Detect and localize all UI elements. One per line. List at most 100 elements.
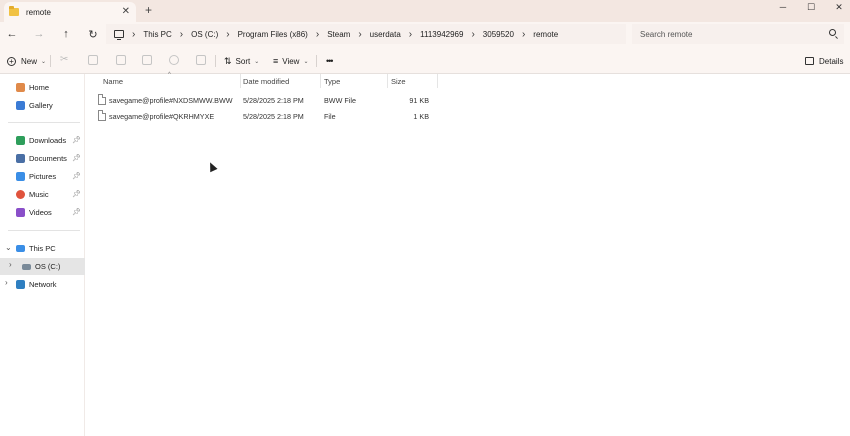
breadcrumb-user-id[interactable]: 1113942969 — [420, 30, 463, 39]
chevron-right-icon[interactable]: › — [5, 278, 8, 287]
sidebar-item-network[interactable]: › Network — [0, 276, 85, 293]
back-button[interactable]: ← — [4, 27, 20, 41]
delete-icon[interactable] — [196, 55, 206, 65]
forward-button[interactable]: → — [31, 27, 47, 41]
chevron-right-icon[interactable]: › — [471, 29, 474, 40]
chevron-right-icon[interactable]: › — [9, 260, 12, 269]
details-button[interactable]: Details — [805, 54, 843, 68]
tab-remote[interactable]: remote ✕ — [4, 2, 136, 22]
sidebar-item-videos[interactable]: Videos 📌︎ — [0, 204, 85, 221]
paste-icon[interactable] — [116, 55, 126, 65]
sidebar-item-label: OS (C:) — [35, 262, 61, 271]
sort-button[interactable]: ⇅ Sort ⌄ — [224, 54, 259, 68]
sidebar-item-label: Music — [29, 190, 49, 199]
pin-icon: 📌︎ — [72, 155, 81, 162]
breadcrumb-remote[interactable]: remote — [533, 30, 558, 39]
cut-icon[interactable]: ✂ — [60, 55, 70, 65]
file-row[interactable]: savegame@profile#QKRHMYXE 5/28/2025 2:18… — [94, 108, 439, 124]
breadcrumb-os-c[interactable]: OS (C:) — [191, 30, 218, 39]
sidebar-item-this-pc[interactable]: ⌄ This PC — [0, 240, 85, 257]
file-row[interactable]: savegame@profile#NXDSMWW.BWW 5/28/2025 2… — [94, 92, 439, 108]
command-bar: + New ⌄ ✂ ⇅ Sort ⌄ ≡ View ⌄ ••• Details — [0, 47, 850, 74]
refresh-button[interactable]: ↻ — [85, 27, 101, 41]
file-type: File — [324, 112, 336, 121]
column-divider[interactable] — [437, 74, 438, 88]
navigation-pane: Home Gallery Downloads 📌︎ Documents 📌︎ P… — [0, 74, 85, 436]
breadcrumb-userdata[interactable]: userdata — [370, 30, 401, 39]
close-button[interactable]: ✕ — [820, 0, 850, 14]
sidebar-item-os-drive[interactable]: › OS (C:) — [0, 258, 85, 275]
new-label: New — [21, 56, 38, 66]
tab-title: remote — [26, 7, 51, 17]
sort-caret-icon: ^ — [168, 72, 171, 78]
pictures-icon — [16, 172, 25, 181]
pin-icon: 📌︎ — [72, 173, 81, 180]
view-icon: ≡ — [273, 56, 279, 66]
sidebar-item-music[interactable]: Music 📌︎ — [0, 186, 85, 203]
sidebar-item-label: Pictures — [29, 172, 57, 181]
more-options-button[interactable]: ••• — [326, 54, 334, 68]
column-size[interactable]: Size — [391, 77, 406, 86]
column-divider[interactable] — [387, 74, 388, 88]
copy-icon[interactable] — [88, 55, 98, 65]
divider — [316, 55, 317, 67]
divider — [50, 55, 51, 67]
sidebar-item-gallery[interactable]: Gallery — [0, 97, 85, 114]
computer-icon — [114, 30, 124, 40]
details-label: Details — [819, 56, 844, 66]
column-type[interactable]: Type — [324, 77, 340, 86]
chevron-right-icon[interactable]: › — [180, 29, 183, 40]
tab-close-icon[interactable]: ✕ — [122, 6, 130, 17]
breadcrumb-app-id[interactable]: 3059520 — [483, 30, 514, 39]
pin-icon: 📌︎ — [72, 209, 81, 216]
column-divider[interactable] — [320, 74, 321, 88]
view-label: View — [282, 56, 300, 66]
sidebar-item-documents[interactable]: Documents 📌︎ — [0, 150, 85, 167]
gallery-icon — [16, 101, 25, 110]
address-bar[interactable]: › This PC › OS (C:) › Program Files (x86… — [106, 24, 626, 44]
chevron-right-icon[interactable]: › — [132, 29, 135, 40]
search-box[interactable] — [632, 24, 844, 44]
chevron-right-icon[interactable]: › — [522, 29, 525, 40]
sidebar-item-pictures[interactable]: Pictures 📌︎ — [0, 168, 85, 185]
chevron-down-icon: ⌄ — [254, 58, 260, 65]
column-name[interactable]: Name — [103, 77, 123, 86]
up-button[interactable]: ↑ — [58, 27, 74, 41]
documents-icon — [16, 154, 25, 163]
share-icon[interactable] — [169, 55, 179, 65]
view-button[interactable]: ≡ View ⌄ — [273, 54, 309, 68]
new-tab-button[interactable]: + — [145, 4, 152, 16]
chevron-right-icon[interactable]: › — [409, 29, 412, 40]
search-icon[interactable] — [829, 29, 836, 36]
file-name: savegame@profile#NXDSMWW.BWW — [109, 96, 233, 105]
search-input[interactable] — [640, 29, 820, 39]
file-icon — [98, 110, 106, 121]
rename-icon[interactable] — [142, 55, 152, 65]
breadcrumb-steam[interactable]: Steam — [327, 30, 350, 39]
new-button[interactable]: + New ⌄ — [7, 54, 46, 68]
file-date: 5/28/2025 2:18 PM — [243, 96, 304, 105]
column-date-modified[interactable]: Date modified — [243, 77, 289, 86]
sidebar-item-label: Downloads — [29, 136, 67, 145]
videos-icon — [16, 208, 25, 217]
column-divider[interactable] — [240, 74, 241, 88]
sidebar-item-label: Home — [29, 83, 50, 92]
divider — [8, 122, 80, 123]
chevron-down-icon[interactable]: ⌄ — [5, 243, 12, 252]
sort-label: Sort — [235, 56, 251, 66]
sidebar-item-label: This PC — [29, 244, 56, 253]
file-date: 5/28/2025 2:18 PM — [243, 112, 304, 121]
mouse-cursor-icon — [206, 160, 218, 173]
sidebar-item-label: Documents — [29, 154, 67, 163]
downloads-icon — [16, 136, 25, 145]
chevron-down-icon: ⌄ — [41, 58, 47, 65]
breadcrumb-this-pc[interactable]: This PC — [143, 30, 171, 39]
breadcrumb-program-files[interactable]: Program Files (x86) — [238, 30, 308, 39]
sidebar-item-downloads[interactable]: Downloads 📌︎ — [0, 132, 85, 149]
file-size: 91 KB — [409, 96, 429, 105]
chevron-right-icon[interactable]: › — [316, 29, 319, 40]
column-header: ^ Name Date modified Type Size — [100, 72, 438, 88]
chevron-right-icon[interactable]: › — [358, 29, 361, 40]
chevron-right-icon[interactable]: › — [226, 29, 229, 40]
sidebar-item-home[interactable]: Home — [0, 79, 85, 96]
